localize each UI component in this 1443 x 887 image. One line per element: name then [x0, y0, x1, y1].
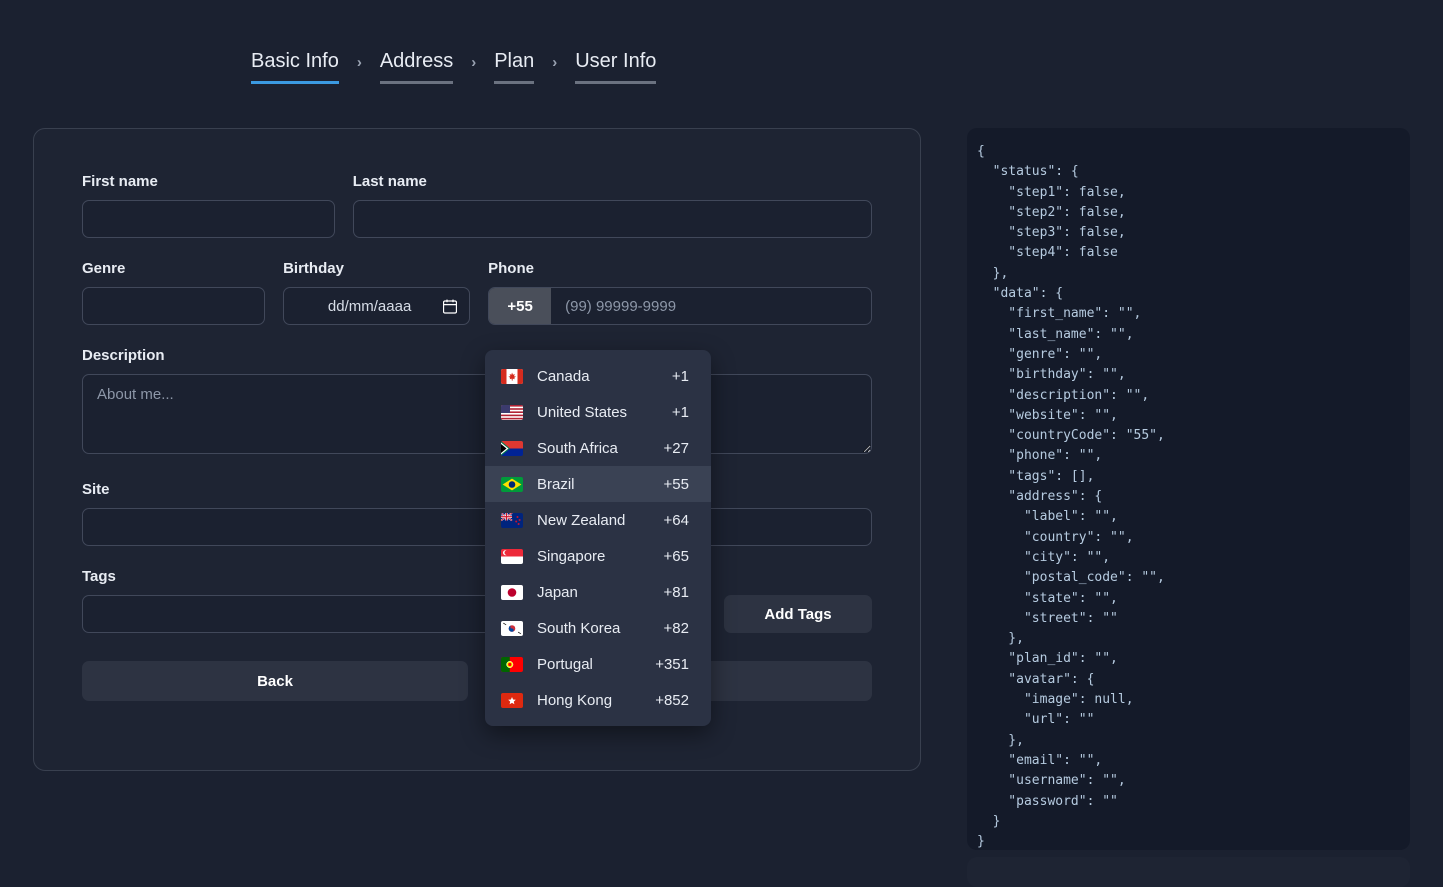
flag-japan-icon: [501, 584, 523, 600]
site-label: Site: [82, 481, 110, 498]
flag-portugal-icon: [501, 656, 523, 672]
chevron-right-icon: ›: [552, 53, 558, 71]
dropdown-item-code: +65: [663, 547, 689, 565]
dropdown-item-label: New Zealand: [537, 511, 626, 529]
dropdown-item-canada[interactable]: Canada +1: [485, 358, 711, 394]
tags-row: Add Tags: [82, 595, 872, 633]
description-label: Description: [82, 347, 165, 364]
genre-label: Genre: [82, 260, 126, 277]
dropdown-item-label: United States: [537, 403, 628, 421]
dropdown-item-label: Japan: [537, 583, 578, 601]
dropdown-item-brazil[interactable]: Brazil +55: [485, 466, 711, 502]
flag-hong-kong-icon: [501, 692, 523, 708]
phone-label: Phone: [488, 260, 534, 277]
dropdown-item-label: Hong Kong: [537, 691, 613, 709]
dropdown-item-code: +351: [655, 655, 689, 673]
dropdown-item-code: +1: [671, 403, 689, 421]
dropdown-item-south-africa[interactable]: South Africa +27: [485, 430, 711, 466]
dropdown-item-south-korea[interactable]: South Korea +82: [485, 610, 711, 646]
step-user-info[interactable]: User Info: [575, 48, 657, 84]
genre-input[interactable]: [82, 287, 266, 325]
dropdown-item-label: Portugal: [537, 655, 593, 673]
dropdown-item-singapore[interactable]: Singapore +65: [485, 538, 711, 574]
flag-brazil-icon: [501, 476, 523, 492]
step-plan[interactable]: Plan: [494, 48, 535, 84]
birthday-placeholder-text: dd/mm/aaaa: [327, 297, 412, 315]
birthday-label: Birthday: [283, 260, 344, 277]
basic-info-form-card: First name Last name Genre Birthday dd/m…: [33, 128, 921, 771]
dropdown-item-code: +55: [663, 475, 689, 493]
dropdown-item-label: South Africa: [537, 439, 618, 457]
phone-input-group: +55: [488, 287, 873, 325]
dropdown-item-code: +27: [663, 439, 689, 457]
dropdown-item-code: +852: [655, 691, 689, 709]
step-address[interactable]: Address: [379, 48, 454, 84]
first-name-input[interactable]: [82, 200, 335, 238]
flag-south-africa-icon: [501, 440, 523, 456]
flag-south-korea-icon: [501, 620, 523, 636]
dropdown-item-new-zealand[interactable]: New Zealand +64: [485, 502, 711, 538]
phone-number-input[interactable]: [551, 288, 872, 324]
tags-field-group: Tags Add Tags: [82, 568, 872, 633]
country-code-button[interactable]: +55: [489, 288, 552, 324]
site-field-group: Site: [82, 481, 872, 546]
dropdown-item-label: Singapore: [537, 547, 606, 565]
chevron-right-icon: ›: [356, 53, 362, 71]
dropdown-item-code: +1: [671, 367, 689, 385]
last-name-field-group: Last name: [352, 173, 872, 238]
dropdown-item-label: Brazil: [537, 475, 575, 493]
dropdown-item-code: +81: [663, 583, 689, 601]
json-state-content: { "status": { "step1": false, "step2": f…: [977, 144, 1165, 850]
dropdown-item-united-states[interactable]: United States +1: [485, 394, 711, 430]
secondary-panel: [967, 857, 1410, 887]
first-name-field-group: First name: [82, 173, 335, 238]
birthday-date-input[interactable]: dd/mm/aaaa: [283, 287, 471, 325]
description-field-group: Description: [82, 347, 872, 459]
flag-canada-icon: [501, 368, 523, 384]
back-button[interactable]: Back: [82, 661, 468, 701]
site-input[interactable]: [82, 508, 872, 546]
step-basic-info[interactable]: Basic Info: [251, 48, 339, 84]
country-code-dropdown[interactable]: Canada +1 United States +1 South Africa …: [485, 350, 711, 726]
phone-field-group: Phone +55: [488, 260, 873, 325]
dropdown-item-label: South Korea: [537, 619, 621, 637]
step-breadcrumb: Basic Info › Address › Plan › User Info: [0, 0, 1443, 84]
chevron-right-icon: ›: [471, 53, 477, 71]
json-state-panel: { "status": { "step1": false, "step2": f…: [967, 128, 1410, 850]
add-tags-button[interactable]: Add Tags: [724, 595, 872, 633]
form-navigation-row: Back: [82, 661, 872, 701]
tags-label: Tags: [82, 568, 116, 585]
dropdown-item-hong-kong[interactable]: Hong Kong +852: [485, 682, 711, 718]
birthday-field-group: Birthday dd/mm/aaaa: [283, 260, 471, 325]
last-name-input[interactable]: [352, 200, 872, 238]
calendar-icon[interactable]: [443, 299, 458, 314]
dropdown-item-label: Canada: [537, 367, 590, 385]
flag-new-zealand-icon: [501, 512, 523, 528]
genre-field-group: Genre: [82, 260, 266, 325]
first-name-label: First name: [82, 173, 158, 190]
dropdown-item-japan[interactable]: Japan +81: [485, 574, 711, 610]
last-name-label: Last name: [352, 173, 427, 190]
dropdown-item-portugal[interactable]: Portugal +351: [485, 646, 711, 682]
description-textarea[interactable]: [82, 374, 872, 454]
flag-singapore-icon: [501, 548, 523, 564]
dropdown-item-code: +82: [663, 619, 689, 637]
flag-united-states-icon: [501, 404, 523, 420]
dropdown-item-code: +64: [663, 511, 689, 529]
